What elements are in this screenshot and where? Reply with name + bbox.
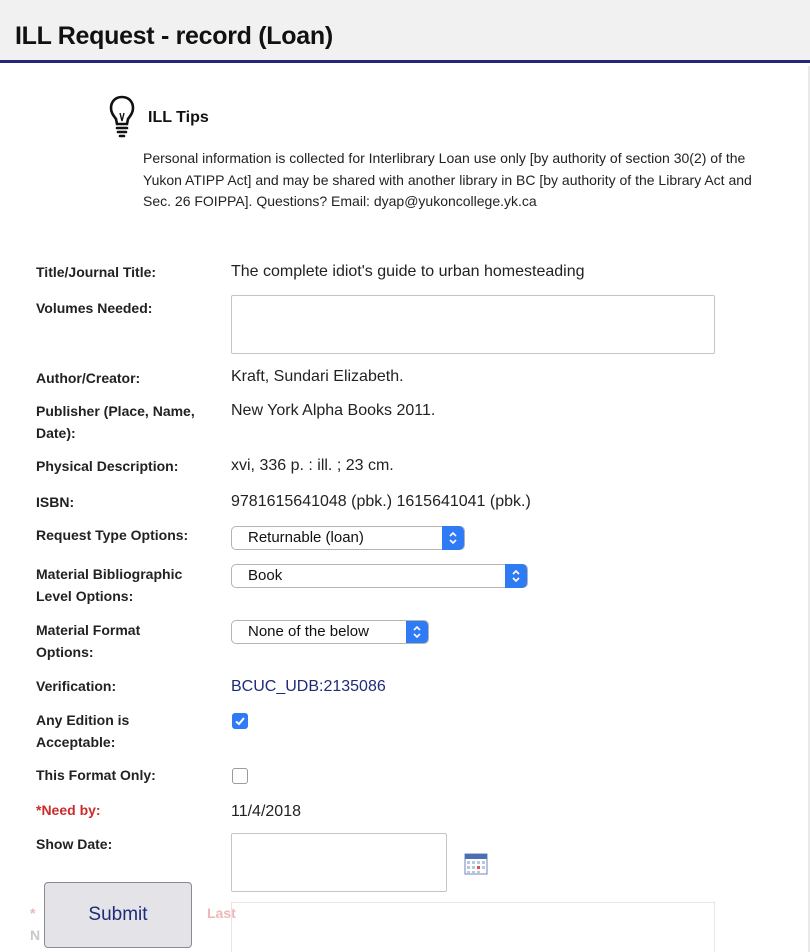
material-format-selected: None of the below: [248, 623, 369, 640]
any-edition-label-line2: Acceptable:: [36, 734, 116, 750]
material-format-label: Material Format Options:: [36, 619, 140, 663]
request-type-select[interactable]: Returnable (loan): [231, 526, 465, 550]
any-edition-label: Any Edition is Acceptable:: [36, 709, 129, 753]
bib-level-label: Material Bibliographic Level Options:: [36, 563, 182, 607]
submit-button[interactable]: Submit: [44, 882, 192, 948]
any-edition-label-line1: Any Edition is: [36, 712, 130, 728]
partial-label-asterisk: *: [30, 905, 36, 921]
material-format-select[interactable]: None of the below: [231, 620, 429, 644]
select-arrows-icon: [505, 564, 527, 588]
partial-field-label: * Last: [30, 905, 236, 921]
publisher-label: Publisher (Place, Name, Date):: [36, 400, 195, 444]
bib-level-label-line2: Level Options:: [36, 588, 134, 604]
tips-title: ILL Tips: [148, 109, 209, 126]
title-value: The complete idiot's guide to urban home…: [231, 263, 585, 280]
request-type-label: Request Type Options:: [36, 527, 189, 543]
format-only-label: This Format Only:: [36, 767, 156, 783]
lightbulb-icon: [109, 95, 135, 138]
isbn-value: 9781615641048 (pbk.) 1615641041 (pbk.): [231, 493, 531, 510]
select-arrows-icon: [406, 621, 428, 643]
publisher-value: New York Alpha Books 2011.: [231, 402, 436, 419]
partial-field-label-line2: N: [30, 927, 41, 943]
any-edition-checkbox[interactable]: [232, 713, 248, 729]
verification-label: Verification:: [36, 678, 117, 694]
calendar-icon[interactable]: [464, 852, 488, 876]
need-by-label: *Need by:: [36, 802, 101, 818]
tips-text: Personal information is collected for In…: [143, 150, 752, 209]
physical-label: Physical Description:: [36, 458, 179, 474]
format-only-checkbox[interactable]: [232, 768, 248, 784]
volumes-textarea[interactable]: [231, 295, 715, 354]
request-type-selected: Returnable (loan): [248, 529, 364, 546]
volumes-label: Volumes Needed:: [36, 300, 153, 316]
partial-field-input[interactable]: [231, 902, 715, 952]
verification-link[interactable]: BCUC_UDB:2135086: [231, 677, 386, 697]
page-header: ILL Request - record (Loan): [0, 0, 810, 63]
ill-request-page: ILL Request - record (Loan) ILL Tips Per…: [0, 0, 810, 952]
publisher-label-line1: Publisher (Place, Name,: [36, 403, 195, 419]
show-date-label: Show Date:: [36, 836, 113, 852]
publisher-label-line2: Date):: [36, 425, 76, 441]
page-title: ILL Request - record (Loan): [15, 22, 333, 50]
author-label: Author/Creator:: [36, 370, 141, 386]
select-arrows-icon: [442, 526, 464, 550]
physical-value: xvi, 336 p. : ill. ; 23 cm.: [231, 457, 394, 474]
material-format-label-line1: Material Format: [36, 622, 141, 638]
checkmark-icon: [235, 717, 245, 726]
show-date-input[interactable]: [231, 833, 447, 892]
bib-level-selected: Book: [248, 567, 283, 584]
material-format-label-line2: Options:: [36, 644, 94, 660]
isbn-label: ISBN:: [36, 494, 75, 510]
author-value: Kraft, Sundari Elizabeth.: [231, 368, 404, 385]
bib-level-label-line1: Material Bibliographic: [36, 566, 183, 582]
title-label: Title/Journal Title:: [36, 264, 157, 280]
need-by-value: 11/4/2018: [231, 803, 301, 820]
bib-level-select[interactable]: Book: [231, 564, 528, 588]
